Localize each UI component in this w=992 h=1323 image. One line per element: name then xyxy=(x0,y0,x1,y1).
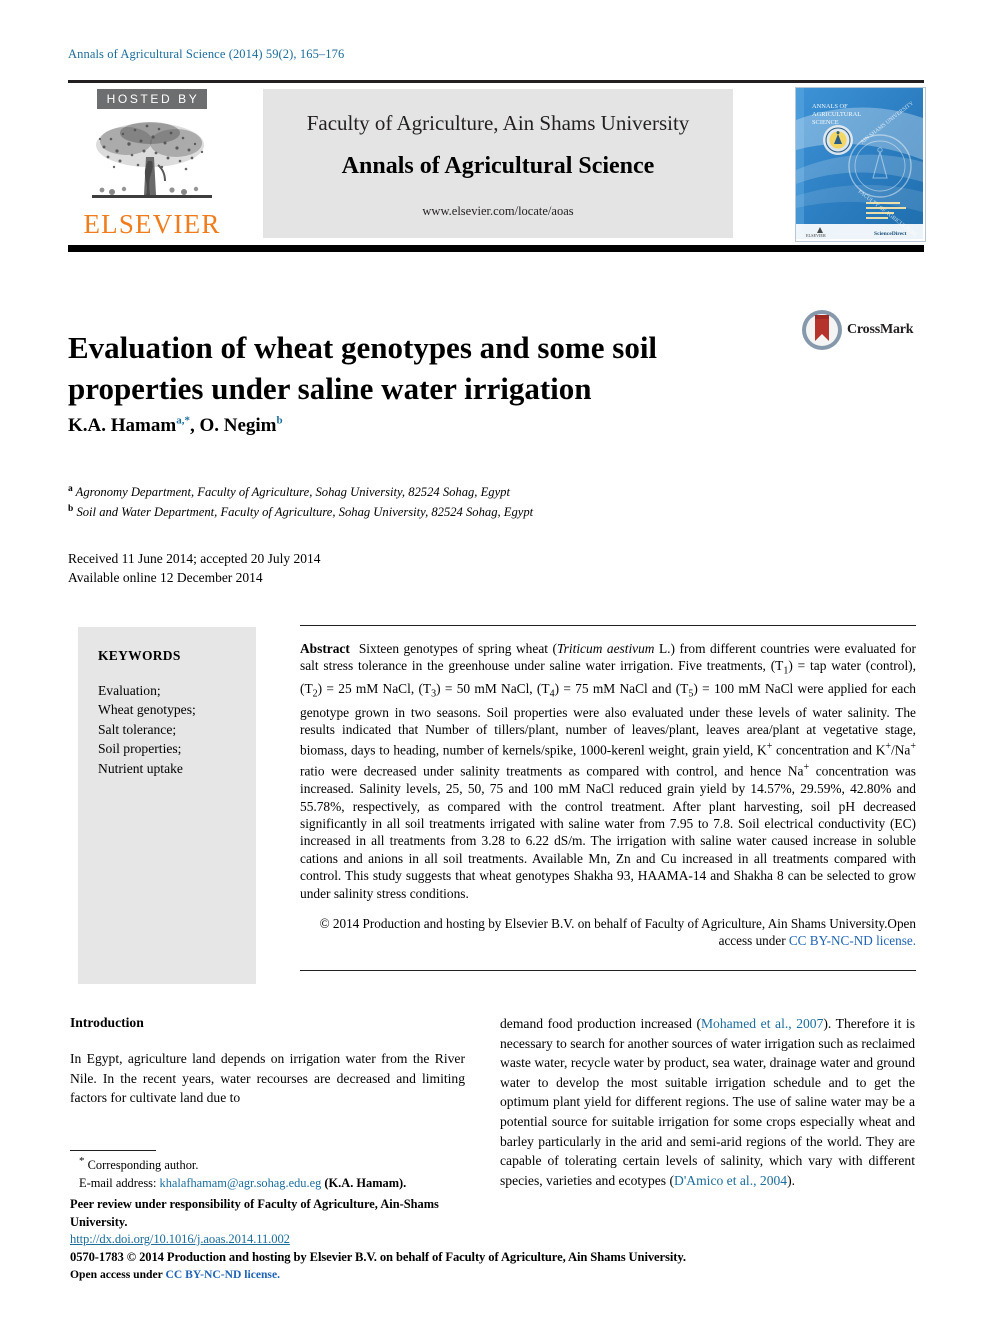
keyword-item: Nutrient uptake xyxy=(98,760,183,776)
page-title: Evaluation of wheat genotypes and some s… xyxy=(68,329,658,406)
intro-text-2: ). Therefore it is necessary to search f… xyxy=(500,1016,915,1188)
elsevier-tree-icon xyxy=(84,117,220,208)
abstract-label: Abstract xyxy=(300,641,350,656)
species-name: Triticum aestivum xyxy=(556,641,655,656)
abstract-text-6: ) = 75 mM NaCl and (T xyxy=(554,681,689,697)
journal-masthead: HOSTED BY ELSEVIER Faculty of Agricultur… xyxy=(68,87,926,242)
svg-text:SCIENCE: SCIENCE xyxy=(812,119,839,126)
abstract-text-8: concentration and K xyxy=(772,742,886,758)
svg-text:ScienceDirect: ScienceDirect xyxy=(874,231,907,237)
keywords-heading: KEYWORDS xyxy=(98,648,181,663)
affiliation-b-mark: b xyxy=(68,503,74,514)
masthead-top-rule xyxy=(68,80,924,83)
legal-footer: http://dx.doi.org/10.1016/j.aoas.2014.11… xyxy=(70,1231,920,1284)
intro-text-1: demand food production increased ( xyxy=(500,1016,701,1031)
elsevier-wordmark: ELSEVIER xyxy=(83,209,221,239)
footnote-peer-review: Peer review under responsibility of Facu… xyxy=(70,1197,439,1229)
abstract-text-10: ratio were decreased under salinity trea… xyxy=(300,763,804,779)
issn-copyright-line: 0570-1783 © 2014 Production and hosting … xyxy=(70,1249,686,1264)
footnote-email: E-mail address: khalafhamam@agr.sohag.ed… xyxy=(70,1175,488,1193)
affiliations: a Agronomy Department, Faculty of Agricu… xyxy=(68,481,888,520)
abstract-body: Abstract Sixteen genotypes of spring whea… xyxy=(300,640,916,902)
open-access-line: Open access under CC BY-NC-ND license. xyxy=(70,1266,920,1284)
author-list: K.A. Hamama,*, O. Negimb xyxy=(68,415,283,437)
section-heading-introduction: Introduction xyxy=(70,1015,144,1030)
footnote-corresponding-text: Corresponding author. xyxy=(87,1158,199,1173)
article-first-page: Annals of Agricultural Science (2014) 59… xyxy=(0,0,992,1323)
affiliation-b-text: Soil and Water Department, Faculty of Ag… xyxy=(76,504,534,519)
author-2-marks: b xyxy=(276,415,283,427)
open-access-prefix: Open access under xyxy=(70,1268,166,1282)
abstract-bottom-rule xyxy=(300,970,916,971)
abstract-text-4: ) = 25 mM NaCl, (T xyxy=(317,681,432,697)
keyword-item: Salt tolerance; xyxy=(98,721,177,737)
svg-text:ANNALS OF: ANNALS OF xyxy=(812,103,848,110)
abstract-text-5: ) = 50 mM NaCl, (T xyxy=(436,681,550,697)
intro-right-column: demand food production increased (Mohame… xyxy=(500,1014,915,1190)
publisher-faculty: Faculty of Agriculture, Ain Shams Univer… xyxy=(306,111,690,135)
affiliation-b: b Soil and Water Department, Faculty of … xyxy=(68,501,888,521)
svg-text:ELSEVIER: ELSEVIER xyxy=(806,233,826,238)
footnote-email-label: E-mail address: xyxy=(79,1175,160,1190)
history-received: Received 11 June 2014; accepted 20 July … xyxy=(68,551,321,566)
abstract-top-rule xyxy=(300,625,916,626)
doi-link[interactable]: http://dx.doi.org/10.1016/j.aoas.2014.11… xyxy=(70,1232,290,1246)
keywords-panel: KEYWORDS Evaluation; Wheat genotypes; Sa… xyxy=(78,627,256,984)
author-separator: , xyxy=(189,415,200,437)
intro-left-column: In Egypt, agriculture land depends on ir… xyxy=(70,1051,465,1106)
cc-license-link-footer[interactable]: CC BY-NC-ND license. xyxy=(165,1268,280,1281)
abstract-text-1: Sixteen genotypes of spring wheat ( xyxy=(358,641,557,656)
abstract-text-11: concentration was increased. Salinity le… xyxy=(300,763,917,901)
history-available: Available online 12 December 2014 xyxy=(68,570,263,585)
cc-license-link[interactable]: CC BY-NC-ND license. xyxy=(789,933,916,948)
keyword-item: Soil properties; xyxy=(98,741,182,757)
footnote-rule xyxy=(70,1150,156,1151)
masthead-bottom-rule xyxy=(68,245,924,252)
abstract-copyright-text: © 2014 Production and hosting by Elsevie… xyxy=(319,916,888,931)
hosted-by-badge: HOSTED BY xyxy=(96,89,208,109)
journal-cover-thumbnail: ANNALS OF AGRICULTURAL SCIENCE AIN SHAMS… xyxy=(795,87,926,242)
footnotes-block: * Corresponding author. E-mail address: … xyxy=(70,1153,488,1231)
journal-title-panel: Faculty of Agriculture, Ain Shams Univer… xyxy=(263,89,733,238)
abstract-copyright: © 2014 Production and hosting by Elsevie… xyxy=(300,915,916,950)
email-link[interactable]: khalafhamam@agr.sohag.edu.eg xyxy=(160,1176,322,1190)
svg-text:AGRICULTURAL: AGRICULTURAL xyxy=(812,111,861,118)
crossmark-label: CrossMark xyxy=(847,322,914,337)
elsevier-logo-block: HOSTED BY ELSEVIER xyxy=(68,87,236,242)
affiliation-a: a Agronomy Department, Faculty of Agricu… xyxy=(68,481,888,501)
crossmark-badge[interactable]: CrossMark xyxy=(800,308,914,354)
footnote-asterisk: * xyxy=(79,1155,85,1167)
na-plus-sup-1: + xyxy=(910,741,916,753)
crossmark-icon xyxy=(802,310,842,350)
keywords-list: Evaluation; Wheat genotypes; Salt tolera… xyxy=(98,681,196,778)
abstract-text-9: /Na xyxy=(891,742,911,758)
keyword-item: Wheat genotypes; xyxy=(98,702,196,718)
author-1-marks: a,* xyxy=(176,415,190,427)
affiliation-a-mark: a xyxy=(68,484,73,494)
journal-name: Annals of Agricultural Science xyxy=(341,153,655,179)
author-2: O. Negimb xyxy=(199,415,283,437)
citation-link-mohamed[interactable]: Mohamed et al., 2007 xyxy=(701,1016,823,1031)
article-history: Received 11 June 2014; accepted 20 July … xyxy=(68,549,321,587)
running-head: Annals of Agricultural Science (2014) 59… xyxy=(68,47,345,61)
intro-text-3: ). xyxy=(787,1172,796,1188)
affiliation-a-text: Agronomy Department, Faculty of Agricult… xyxy=(75,485,510,500)
citation-link-damico[interactable]: D'Amico et al., 2004 xyxy=(674,1173,787,1188)
journal-url: www.elsevier.com/locate/aoas xyxy=(422,204,574,218)
author-1: K.A. Hamama,* xyxy=(68,415,190,437)
keyword-item: Evaluation; xyxy=(98,683,161,698)
footnote-corresponding: * Corresponding author. xyxy=(70,1153,488,1175)
footnote-email-author: (K.A. Hamam). xyxy=(321,1175,407,1190)
